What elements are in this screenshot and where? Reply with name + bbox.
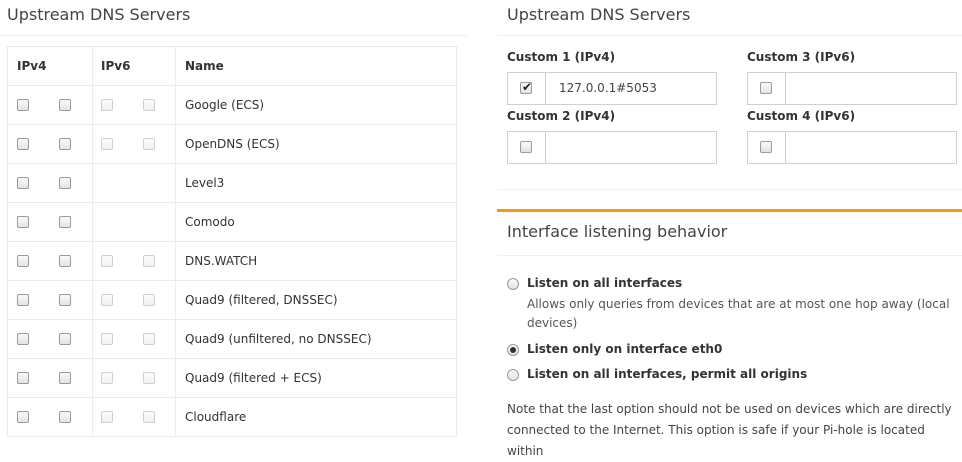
table-row: Google (ECS)	[8, 86, 456, 125]
ipv6-primary-checkbox	[101, 294, 113, 306]
ipv4-secondary-checkbox[interactable]	[59, 411, 71, 423]
interface-box-accent	[497, 209, 962, 212]
ipv4-primary-checkbox[interactable]	[17, 333, 29, 345]
check-icon: ✔	[522, 80, 533, 94]
radio-permit-all[interactable]	[507, 369, 519, 381]
right-panel-title: Upstream DNS Servers	[507, 5, 691, 24]
table-header-row: IPv4 IPv6 Name	[8, 47, 456, 86]
ipv6-primary-checkbox	[101, 99, 113, 111]
custom1-label: Custom 1 (IPv4)	[507, 50, 616, 64]
server-name: Cloudflare	[185, 410, 247, 424]
note-line: Note that the last option should not be …	[507, 402, 952, 416]
custom4-label: Custom 4 (IPv6)	[747, 109, 856, 123]
ipv4-secondary-checkbox[interactable]	[59, 177, 71, 189]
table-row: Cloudflare	[8, 398, 456, 437]
ipv6-secondary-checkbox	[143, 411, 155, 423]
server-name: Level3	[185, 176, 225, 190]
upstream-servers-table: IPv4 IPv6 Name Google (ECS) OpenDNS (ECS)…	[7, 46, 457, 437]
ipv4-secondary-checkbox[interactable]	[59, 333, 71, 345]
ipv4-primary-checkbox[interactable]	[17, 138, 29, 150]
radio-all-interfaces[interactable]	[507, 278, 519, 290]
interface-note: Note that the last option should not be …	[507, 399, 957, 462]
custom2-label: Custom 2 (IPv4)	[507, 109, 616, 123]
custom1-addon: ✔	[508, 73, 546, 104]
custom2-checkbox[interactable]	[520, 141, 532, 153]
radio-permit-all-label[interactable]: Listen on all interfaces, permit all ori…	[527, 367, 807, 381]
ipv4-secondary-checkbox[interactable]	[59, 138, 71, 150]
server-name: OpenDNS (ECS)	[185, 137, 280, 151]
custom4-checkbox[interactable]	[760, 141, 772, 153]
server-name: Quad9 (filtered, DNSSEC)	[185, 293, 338, 307]
table-row: OpenDNS (ECS)	[8, 125, 456, 164]
help-line: devices)	[527, 316, 578, 330]
interface-title: Interface listening behavior	[507, 222, 728, 241]
ipv4-primary-checkbox[interactable]	[17, 255, 29, 267]
ipv6-primary-checkbox	[101, 138, 113, 150]
ipv6-primary-checkbox	[101, 372, 113, 384]
header-ipv6: IPv6	[101, 59, 131, 73]
ipv6-secondary-checkbox	[143, 372, 155, 384]
custom4-input-group	[747, 131, 957, 164]
divider	[0, 35, 467, 36]
left-panel-title: Upstream DNS Servers	[7, 5, 191, 24]
header-ipv4: IPv4	[17, 59, 47, 73]
ipv6-secondary-checkbox	[143, 138, 155, 150]
ipv4-primary-checkbox[interactable]	[17, 177, 29, 189]
divider	[497, 35, 962, 36]
custom3-input-group	[747, 72, 957, 105]
ipv6-primary-checkbox	[101, 333, 113, 345]
table-row: Quad9 (unfiltered, no DNSSEC)	[8, 320, 456, 359]
ipv6-secondary-checkbox	[143, 99, 155, 111]
ipv4-secondary-checkbox[interactable]	[59, 255, 71, 267]
note-line: connected to the Internet. This option i…	[507, 423, 925, 458]
ipv4-primary-checkbox[interactable]	[17, 372, 29, 384]
radio-all-interfaces-help: Allows only queries from devices that ar…	[527, 295, 957, 333]
custom1-input[interactable]: 127.0.0.1#5053	[559, 81, 657, 95]
custom2-input-group	[507, 131, 717, 164]
ipv4-primary-checkbox[interactable]	[17, 216, 29, 228]
server-name: Quad9 (filtered + ECS)	[185, 371, 322, 385]
ipv4-secondary-checkbox[interactable]	[59, 216, 71, 228]
radio-eth0[interactable]	[507, 344, 519, 356]
ipv4-primary-checkbox[interactable]	[17, 411, 29, 423]
ipv4-primary-checkbox[interactable]	[17, 294, 29, 306]
server-name: DNS.WATCH	[185, 254, 258, 268]
ipv6-secondary-checkbox	[143, 255, 155, 267]
radio-eth0-label[interactable]: Listen only on interface eth0	[527, 342, 722, 356]
ipv4-secondary-checkbox[interactable]	[59, 294, 71, 306]
server-name: Google (ECS)	[185, 98, 265, 112]
table-row: Comodo	[8, 203, 456, 242]
header-name: Name	[185, 59, 224, 73]
divider	[497, 255, 962, 256]
table-row: Level3	[8, 164, 456, 203]
custom3-checkbox[interactable]	[760, 82, 772, 94]
ipv4-primary-checkbox[interactable]	[17, 99, 29, 111]
ipv4-secondary-checkbox[interactable]	[59, 372, 71, 384]
ipv6-primary-checkbox	[101, 255, 113, 267]
ipv4-secondary-checkbox[interactable]	[59, 99, 71, 111]
table-row: DNS.WATCH	[8, 242, 456, 281]
divider	[497, 189, 962, 190]
custom3-addon	[748, 73, 786, 104]
server-name: Comodo	[185, 215, 235, 229]
custom2-addon	[508, 132, 546, 163]
ipv6-primary-checkbox	[101, 411, 113, 423]
ipv6-secondary-checkbox	[143, 294, 155, 306]
custom1-checkbox[interactable]: ✔	[520, 80, 533, 94]
ipv6-secondary-checkbox	[143, 333, 155, 345]
help-line: Allows only queries from devices that ar…	[527, 297, 950, 311]
table-row: Quad9 (filtered, DNSSEC)	[8, 281, 456, 320]
custom1-input-group: ✔ 127.0.0.1#5053	[507, 72, 717, 105]
custom4-addon	[748, 132, 786, 163]
radio-all-interfaces-label[interactable]: Listen on all interfaces	[527, 276, 682, 290]
table-row: Quad9 (filtered + ECS)	[8, 359, 456, 398]
server-name: Quad9 (unfiltered, no DNSSEC)	[185, 332, 372, 346]
custom3-label: Custom 3 (IPv6)	[747, 50, 856, 64]
